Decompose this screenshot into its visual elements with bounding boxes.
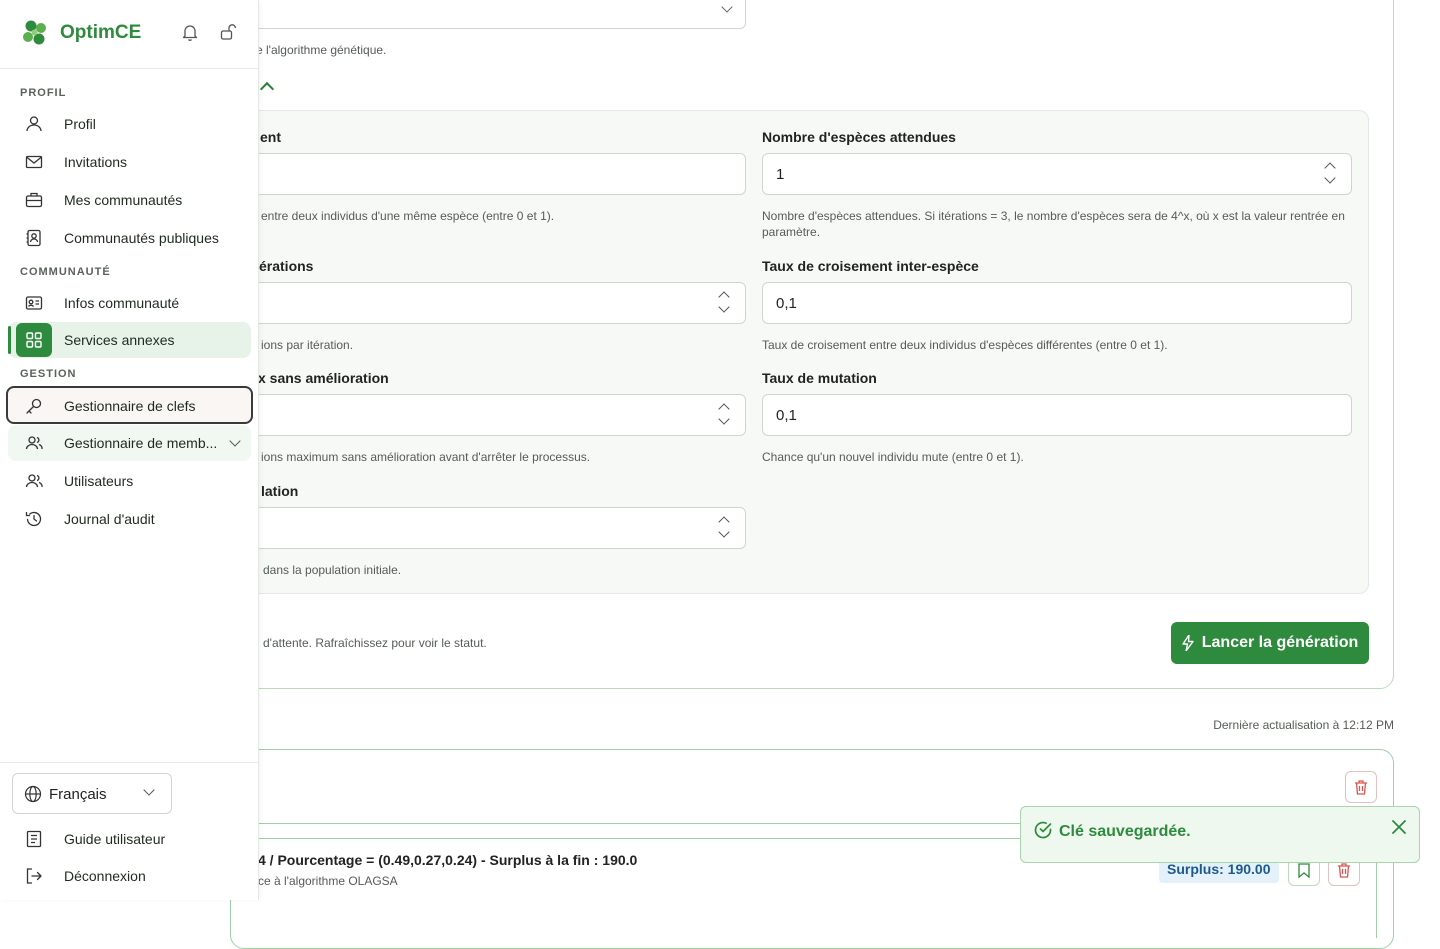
inter-crossover-input[interactable]: 0,1 — [762, 282, 1352, 324]
sidebar-item-invitations[interactable]: Invitations — [8, 144, 251, 180]
mutation-rate-label: Taux de mutation — [762, 370, 877, 386]
sidebar-item-label: Infos communauté — [64, 295, 180, 311]
queue-status-text: d'attente. Rafraîchissez pour voir le st… — [263, 636, 487, 650]
logo-icon — [23, 20, 46, 45]
sidebar-item-infos-communaute[interactable]: Infos communauté — [8, 285, 251, 321]
sidebar-item-label: Mes communautés — [64, 192, 183, 208]
sidebar-item-label: Déconnexion — [64, 868, 146, 884]
globe-icon — [24, 785, 42, 803]
sidebar-item-profil[interactable]: Profil — [8, 106, 251, 142]
sidebar-item-journal-audit[interactable]: Journal d'audit — [8, 501, 251, 537]
expected-species-label: Nombre d'espèces attendues — [762, 129, 956, 145]
intra-crossover-input[interactable] — [200, 153, 746, 195]
section-communaute: COMMUNAUTÉ — [20, 266, 111, 278]
sidebar: OptimCE PROFIL Profil Invitations Mes co… — [0, 0, 259, 900]
user-icon — [26, 116, 42, 132]
trash-icon — [1355, 779, 1367, 795]
param-helper: ions maximum sans amélioration avant d'a… — [261, 450, 591, 464]
sidebar-item-label: Communautés publiques — [64, 230, 219, 246]
bolt-icon — [1182, 635, 1194, 651]
solution-subtitle: ce à l'algorithme OLAGSA — [258, 874, 398, 888]
unlock-icon[interactable] — [218, 22, 238, 42]
bell-icon[interactable] — [180, 22, 200, 42]
sidebar-item-label: Invitations — [64, 154, 128, 170]
chevron-down-icon[interactable] — [229, 435, 241, 447]
expected-species-value: 1 — [776, 166, 785, 183]
trash-icon — [1338, 862, 1350, 878]
sidebar-item-communautes-publiques[interactable]: Communautés publiques — [8, 220, 251, 256]
max-no-improvement-input[interactable] — [200, 394, 746, 436]
sidebar-item-gestionnaire-de-membres[interactable]: Gestionnaire de memb... — [8, 425, 251, 461]
sidebar-item-label: Gestionnaire de clefs — [64, 398, 196, 414]
envelope-icon — [25, 155, 43, 169]
sidebar-item-gestionnaire-de-clefs[interactable]: Gestionnaire de clefs — [6, 386, 253, 424]
toast-notification: Clé sauvegardée. — [1020, 806, 1420, 863]
population-input[interactable] — [200, 507, 746, 549]
sidebar-item-label: Utilisateurs — [64, 473, 134, 489]
generations-input[interactable] — [200, 282, 746, 324]
sidebar-item-label: Journal d'audit — [64, 511, 155, 527]
top-icons — [180, 22, 238, 42]
users-icon — [25, 474, 43, 488]
contact-book-icon — [26, 229, 41, 247]
key-icon — [26, 398, 42, 414]
chevron-down-icon — [143, 784, 155, 796]
app-name: OptimCE — [60, 22, 142, 43]
sidebar-item-label: Profil — [64, 116, 96, 132]
bookmark-icon — [1298, 862, 1310, 878]
mutation-rate-input[interactable]: 0,1 — [762, 394, 1352, 436]
param-helper: dans la population initiale. — [263, 563, 402, 577]
param-label: lation — [261, 483, 299, 499]
number-stepper[interactable] — [717, 289, 731, 319]
number-stepper[interactable] — [717, 401, 731, 431]
algorithm-helper: e l'algorithme génétique. — [256, 43, 387, 57]
param-helper: ions par itération. — [261, 338, 354, 352]
last-refresh-text: Dernière actualisation à 12:12 PM — [1213, 718, 1394, 732]
language-select[interactable]: Français — [12, 773, 172, 814]
expected-species-input[interactable]: 1 — [762, 153, 1352, 195]
number-stepper[interactable] — [717, 514, 731, 544]
brand[interactable]: OptimCE — [20, 18, 141, 48]
active-indicator — [8, 326, 11, 354]
sidebar-item-label: Guide utilisateur — [64, 831, 166, 847]
users-icon — [25, 436, 43, 450]
number-stepper[interactable] — [1323, 160, 1337, 190]
toast-message: Clé sauvegardée. — [1059, 823, 1191, 840]
logout-icon — [26, 868, 42, 884]
sidebar-item-utilisateurs[interactable]: Utilisateurs — [8, 463, 251, 499]
sidebar-item-logout[interactable]: Déconnexion — [8, 858, 251, 894]
section-gestion: GESTION — [20, 368, 77, 380]
mutation-rate-helper: Chance qu'un nouvel individu mute (entre… — [762, 450, 1024, 464]
sidebar-item-label: Gestionnaire de memb... — [64, 435, 218, 451]
sidebar-item-mes-communautes[interactable]: Mes communautés — [8, 182, 251, 218]
close-icon[interactable] — [1391, 819, 1407, 835]
param-label: x sans amélioration — [258, 370, 389, 386]
grid-icon — [26, 332, 42, 348]
language-value: Français — [49, 786, 107, 803]
launch-generation-button[interactable]: Lancer la génération — [1171, 622, 1369, 664]
sidebar-item-guide[interactable]: Guide utilisateur — [8, 821, 251, 857]
inter-crossover-helper: Taux de croisement entre deux individus … — [762, 338, 1168, 352]
expected-species-helper: Nombre d'espèces attendues. Si itération… — [762, 209, 1345, 239]
chevron-down-icon — [721, 1, 733, 13]
sidebar-item-services-annexes[interactable]: Services annexes — [8, 322, 251, 358]
history-icon — [25, 511, 42, 527]
sidebar-item-label: Services annexes — [64, 332, 175, 348]
param-label: ent — [260, 129, 281, 145]
section-profil: PROFIL — [20, 87, 67, 99]
id-card-icon — [25, 296, 43, 310]
check-circle-icon — [1034, 821, 1052, 839]
param-helper: entre deux individus d'une même espèce (… — [261, 209, 555, 223]
param-label: érations — [259, 258, 314, 274]
solution-title: 4 / Pourcentage = (0.49,0.27,0.24) - Sur… — [258, 852, 638, 868]
inter-crossover-label: Taux de croisement inter-espèce — [762, 258, 979, 274]
delete-result-button[interactable] — [1345, 771, 1377, 803]
launch-generation-label: Lancer la génération — [1201, 634, 1359, 651]
sidebar-divider — [0, 68, 259, 69]
book-icon — [26, 830, 42, 848]
briefcase-icon — [25, 192, 43, 208]
algorithm-select[interactable] — [200, 0, 746, 29]
sidebar-bottom-divider — [0, 762, 259, 763]
